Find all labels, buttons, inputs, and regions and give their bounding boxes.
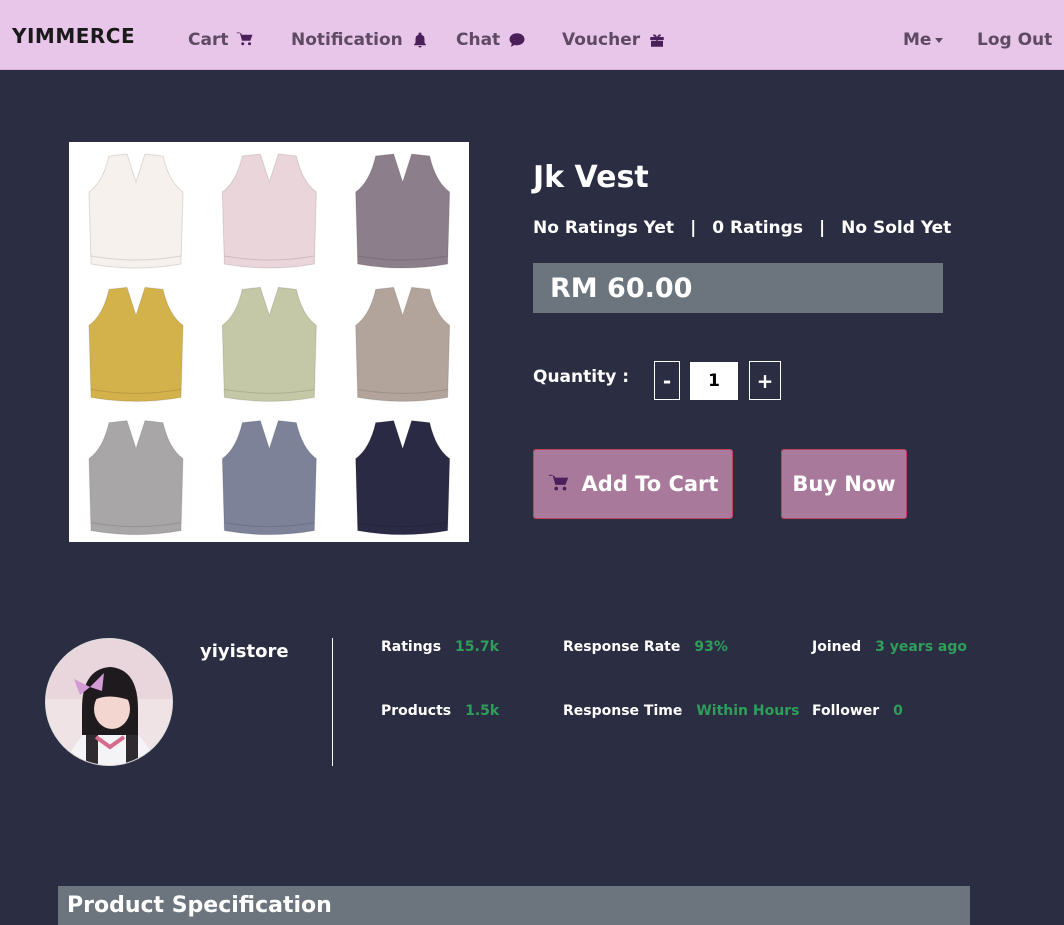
ratings-count: 0 Ratings <box>712 218 803 238</box>
stat-label: Follower <box>812 703 880 719</box>
nav-notification[interactable]: Notification <box>291 30 429 50</box>
cart-icon <box>237 32 253 46</box>
navbar: YIMMERCE Cart Notification Chat Voucher … <box>0 0 1064 70</box>
add-to-cart-button[interactable]: Add To Cart <box>533 449 733 519</box>
stat-label: Products <box>381 703 452 719</box>
bell-icon <box>413 32 426 48</box>
quantity-decrease-button[interactable]: - <box>654 361 680 400</box>
gift-icon <box>650 34 664 47</box>
stats-separator: | <box>818 218 826 238</box>
stat-label: Response Rate <box>563 639 681 655</box>
stat-label: Response Time <box>563 703 683 719</box>
shop-stat-ratings: Ratings 15.7k <box>381 639 499 655</box>
shop-avatar[interactable] <box>45 638 173 766</box>
sold-text: No Sold Yet <box>841 218 952 238</box>
product-title: Jk Vest <box>533 160 649 195</box>
vest-swatch <box>221 153 317 269</box>
nav-cart[interactable]: Cart <box>188 30 254 50</box>
nav-chat[interactable]: Chat <box>456 30 526 50</box>
stat-value: 0 <box>893 703 903 719</box>
quantity-label: Quantity : <box>533 367 630 387</box>
shop-stat-products: Products 1.5k <box>381 703 499 719</box>
product-specification-header: Product Specification <box>58 886 970 925</box>
cart-icon <box>548 474 568 491</box>
caret-down-icon <box>935 37 944 43</box>
quantity-increase-button[interactable]: + <box>749 361 781 400</box>
product-image <box>69 142 469 542</box>
vest-swatch <box>88 286 184 402</box>
stats-separator: | <box>690 218 697 238</box>
nav-notification-label: Notification <box>291 30 403 50</box>
stat-value: 1.5k <box>465 703 500 719</box>
shop-stat-joined: Joined 3 years ago <box>812 639 967 655</box>
brand-logo[interactable]: YIMMERCE <box>12 24 135 48</box>
vest-swatch <box>88 420 184 536</box>
stat-value: 3 years ago <box>875 639 967 655</box>
nav-voucher[interactable]: Voucher <box>562 30 666 50</box>
avatar-image <box>46 639 172 765</box>
product-price: RM 60.00 <box>550 272 693 304</box>
quantity-input[interactable] <box>690 362 738 400</box>
stat-label: Ratings <box>381 639 442 655</box>
stat-value: Within Hours <box>696 703 800 719</box>
stat-label: Joined <box>812 639 862 655</box>
product-stats: No Ratings Yet | 0 Ratings | No Sold Yet <box>533 218 951 238</box>
vest-swatch <box>355 153 451 269</box>
nav-me-dropdown[interactable]: Me <box>903 30 944 50</box>
vest-swatch <box>355 420 451 536</box>
shop-name[interactable]: yiyistore <box>200 641 289 662</box>
vest-swatch <box>221 420 317 536</box>
vest-swatch <box>355 286 451 402</box>
nav-voucher-label: Voucher <box>562 30 641 50</box>
price-box: RM 60.00 <box>533 263 943 313</box>
chat-bubble-icon <box>509 33 525 47</box>
nav-cart-label: Cart <box>188 30 229 50</box>
shop-stat-response-rate: Response Rate 93% <box>563 639 728 655</box>
nav-logout[interactable]: Log Out <box>977 30 1052 50</box>
stat-value: 93% <box>694 639 728 655</box>
stat-value: 15.7k <box>455 639 499 655</box>
rating-text: No Ratings Yet <box>533 218 675 238</box>
shop-stat-follower: Follower 0 <box>812 703 903 719</box>
spec-title: Product Specification <box>67 893 332 918</box>
vest-swatch <box>221 286 317 402</box>
buy-now-button[interactable]: Buy Now <box>781 449 907 519</box>
vest-grid-image <box>88 153 451 536</box>
shop-stat-response-time: Response Time Within Hours <box>563 703 799 719</box>
nav-chat-label: Chat <box>456 30 501 50</box>
nav-me-label: Me <box>903 30 932 50</box>
vest-swatch <box>88 153 184 269</box>
shop-divider <box>332 638 333 766</box>
add-to-cart-label: Add To Cart <box>581 472 719 496</box>
